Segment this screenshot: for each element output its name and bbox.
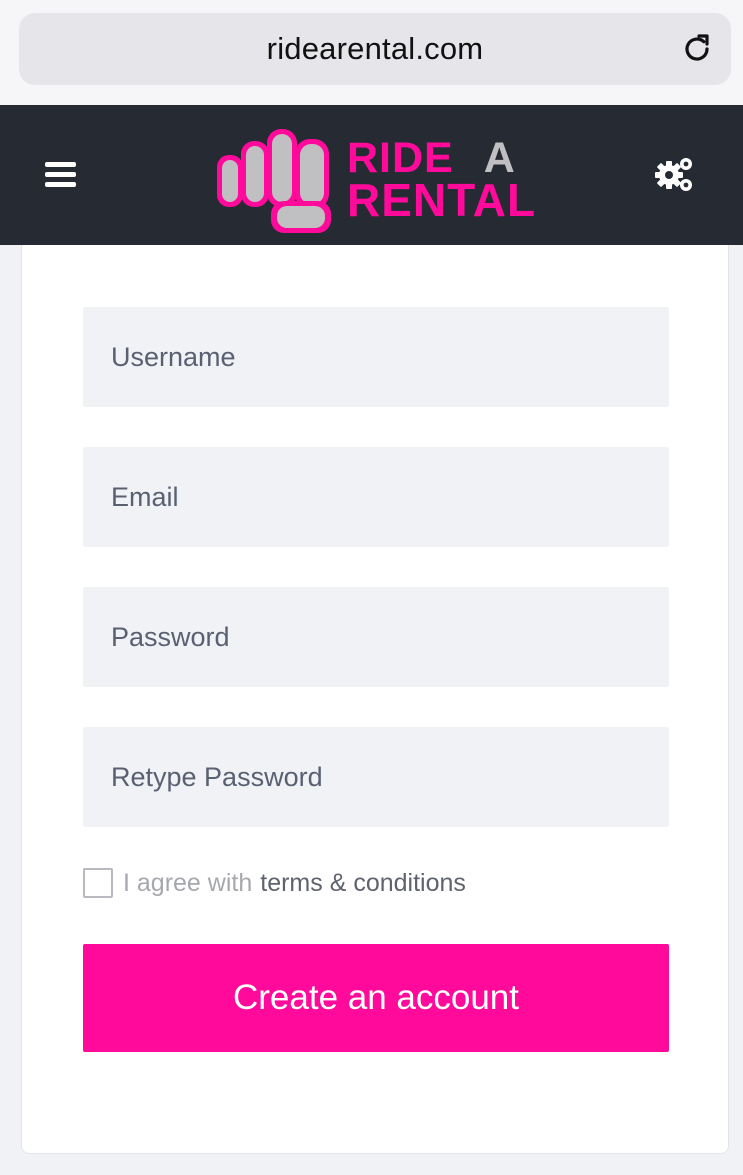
signup-card: I agree with terms & conditions Create a…	[21, 245, 729, 1154]
logo-word-rental: RENTAL	[347, 174, 537, 226]
gears-icon[interactable]	[655, 155, 695, 193]
hamburger-menu-icon[interactable]	[45, 162, 76, 188]
url-text: ridearental.com	[266, 31, 484, 66]
address-bar[interactable]: ridearental.com	[19, 13, 731, 85]
create-account-button[interactable]: Create an account	[83, 944, 669, 1052]
email-input[interactable]	[83, 447, 669, 547]
retype-password-input[interactable]	[83, 727, 669, 827]
password-input[interactable]	[83, 587, 669, 687]
site-header: RIDE A RENTAL	[0, 105, 743, 245]
reload-icon[interactable]	[681, 33, 713, 65]
browser-bar: ridearental.com	[0, 0, 743, 105]
terms-checkbox[interactable]	[83, 868, 113, 898]
terms-agreement-row: I agree with terms & conditions	[83, 867, 466, 899]
username-input[interactable]	[83, 307, 669, 407]
agree-label: I agree with	[123, 868, 253, 897]
ride-a-rental-logo[interactable]: RIDE A RENTAL	[215, 119, 537, 235]
fist-logo-icon	[217, 129, 331, 233]
terms-conditions-link[interactable]: terms & conditions	[260, 869, 466, 898]
